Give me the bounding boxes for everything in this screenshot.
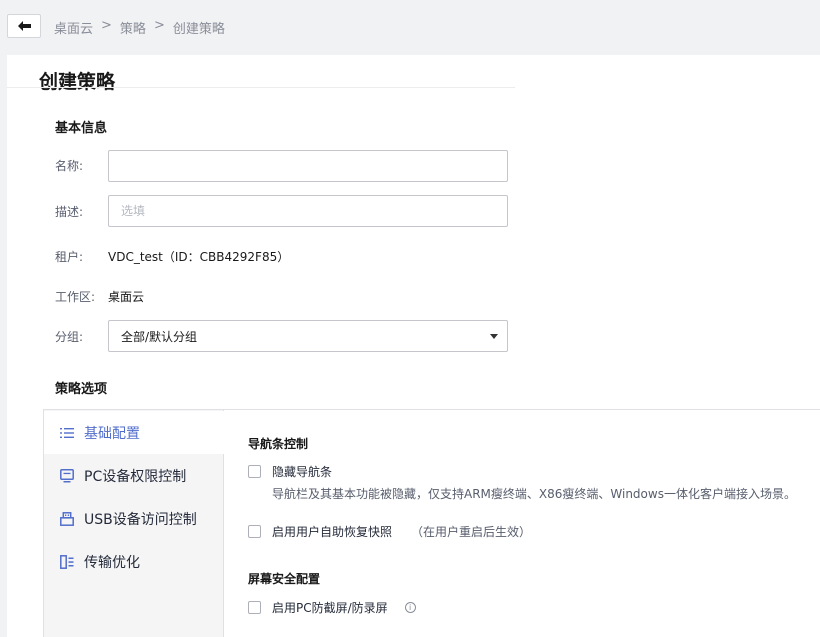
anti-capture-label: 启用PC防截屏/防录屏	[272, 601, 388, 615]
policy-options-box: 基础配置 PC设备权限控制 USB设备访问控制 传输优化 导航条控制 隐藏导航条…	[43, 409, 820, 637]
name-input[interactable]	[108, 150, 508, 182]
breadcrumb-item-desktop-cloud[interactable]: 桌面云	[54, 18, 93, 37]
breadcrumb-item-create-policy: 创建策略	[172, 22, 225, 37]
nav-item-label: USB设备访问控制	[84, 511, 197, 528]
description-label: 描述:	[55, 205, 84, 219]
nav-item-label: 基础配置	[84, 425, 140, 442]
transfer-icon	[60, 554, 74, 569]
page-title: 创建策略	[39, 71, 116, 93]
title-divider	[7, 87, 515, 88]
group-select-value: 全部/默认分组	[121, 329, 198, 344]
group-label: 分组:	[55, 330, 84, 344]
back-button[interactable]	[7, 14, 41, 38]
self-restore-snapshot-label: 启用用户自助恢复快照	[272, 525, 393, 539]
hide-nav-bar-checkbox[interactable]	[248, 465, 261, 478]
nav-item-usb-device[interactable]: USB设备访问控制	[44, 497, 224, 540]
breadcrumb-separator: >	[153, 18, 165, 33]
nav-item-basic-config[interactable]: 基础配置	[44, 411, 225, 454]
screen-security-title: 屏幕安全配置	[248, 572, 321, 586]
hide-nav-bar-label: 隐藏导航条	[272, 465, 333, 479]
usb-icon	[60, 511, 74, 526]
monitor-icon	[60, 468, 74, 482]
policy-options-title: 策略选项	[55, 382, 108, 397]
breadcrumb-separator: >	[101, 18, 112, 33]
tenant-value: VDC_test（ID：CBB4292F85）	[108, 250, 290, 264]
hide-nav-bar-description: 导航栏及其基本功能被隐藏，仅支持ARM瘦终端、X86瘦终端、Windows一体化…	[272, 487, 796, 501]
workspace-value: 桌面云	[108, 290, 145, 304]
main-panel: 创建策略 基本信息 名称: 描述: 租户: VDC_test（ID：CBB429…	[7, 55, 820, 637]
nav-item-pc-device[interactable]: PC设备权限控制	[44, 454, 224, 497]
name-label: 名称:	[55, 159, 84, 173]
group-select[interactable]: 全部/默认分组	[108, 320, 508, 352]
basic-info-title: 基本信息	[55, 121, 108, 136]
anti-capture-option[interactable]: 启用PC防截屏/防录屏 i	[248, 599, 416, 616]
breadcrumb-item-policy[interactable]: 策略	[120, 18, 146, 37]
self-restore-snapshot-note: （在用户重启后生效）	[411, 525, 532, 539]
nav-bar-control-title: 导航条控制	[248, 437, 309, 451]
nav-item-transfer[interactable]: 传输优化	[44, 540, 224, 583]
tenant-label: 租户:	[55, 250, 84, 264]
nav-item-label: 传输优化	[84, 554, 140, 571]
self-restore-snapshot-option[interactable]: 启用用户自助恢复快照 （在用户重启后生效）	[248, 523, 531, 540]
nav-item-label: PC设备权限控制	[84, 468, 187, 485]
top-bar: 桌面云 > 策略 > 创建策略	[0, 0, 820, 55]
list-icon	[60, 427, 74, 438]
policy-side-nav: 基础配置 PC设备权限控制 USB设备访问控制 传输优化	[44, 410, 225, 637]
caret-down-icon	[490, 334, 498, 339]
self-restore-snapshot-checkbox[interactable]	[248, 525, 261, 538]
breadcrumb: 桌面云 > 策略 > 创建策略	[54, 18, 225, 37]
info-icon[interactable]: i	[404, 602, 416, 613]
hide-nav-bar-option[interactable]: 隐藏导航条	[248, 463, 332, 480]
description-input[interactable]	[108, 195, 508, 227]
workspace-label: 工作区:	[55, 290, 96, 304]
anti-capture-checkbox[interactable]	[248, 601, 261, 614]
arrow-left-icon	[17, 21, 31, 31]
